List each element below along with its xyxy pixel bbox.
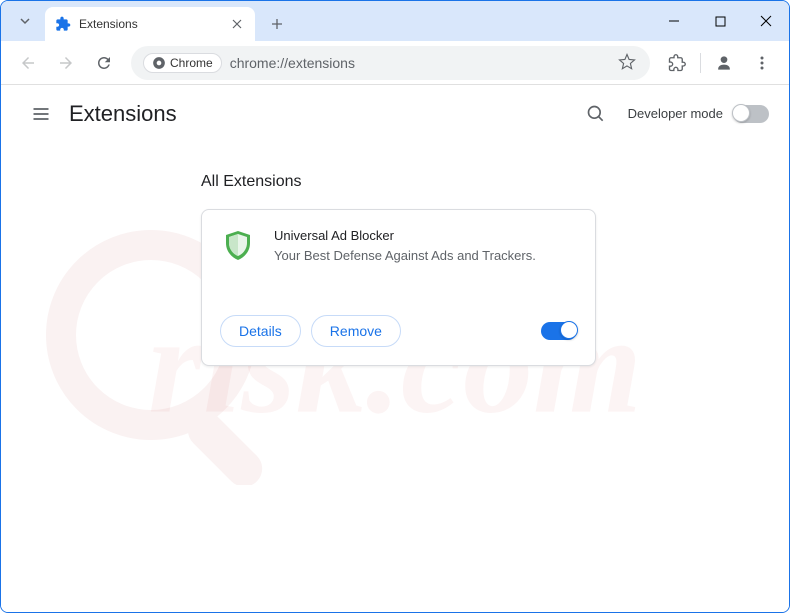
page-title: Extensions xyxy=(69,101,177,127)
developer-mode-toggle[interactable] xyxy=(733,105,769,123)
extension-name: Universal Ad Blocker xyxy=(274,228,577,243)
reload-icon xyxy=(95,54,113,72)
remove-button[interactable]: Remove xyxy=(311,315,401,347)
section-title: All Extensions xyxy=(201,173,789,191)
chrome-chip: Chrome xyxy=(143,53,222,73)
search-extensions-button[interactable] xyxy=(576,94,616,134)
developer-mode-label: Developer mode xyxy=(628,106,723,121)
extension-enable-toggle[interactable] xyxy=(541,322,577,340)
extension-card: Universal Ad Blocker Your Best Defense A… xyxy=(201,209,596,366)
kebab-icon xyxy=(754,55,770,71)
puzzle-icon xyxy=(668,54,686,72)
star-icon xyxy=(618,53,636,71)
back-button[interactable] xyxy=(11,46,45,80)
close-window-button[interactable] xyxy=(743,1,789,41)
window-controls xyxy=(651,1,789,41)
extension-description: Your Best Defense Against Ads and Tracke… xyxy=(274,247,577,265)
chevron-down-icon xyxy=(19,15,31,27)
toggle-knob xyxy=(560,321,578,339)
close-icon xyxy=(232,19,242,29)
extension-icon xyxy=(220,228,256,264)
toolbar: Chrome chrome://extensions xyxy=(1,41,789,85)
maximize-icon xyxy=(715,16,726,27)
puzzle-piece-icon xyxy=(55,16,71,32)
tab-title: Extensions xyxy=(79,17,229,31)
extensions-page: risk.com Extensions Developer mode All E… xyxy=(1,85,789,612)
profile-button[interactable] xyxy=(707,46,741,80)
arrow-right-icon xyxy=(57,54,75,72)
tab-search-dropdown[interactable] xyxy=(9,5,41,37)
address-bar[interactable]: Chrome chrome://extensions xyxy=(131,46,650,80)
toolbar-separator xyxy=(700,53,701,73)
content-area: All Extensions Universal Ad Blocker Your… xyxy=(1,143,789,366)
chip-label: Chrome xyxy=(170,56,213,70)
browser-tab[interactable]: Extensions xyxy=(45,7,255,41)
bookmark-button[interactable] xyxy=(618,53,638,73)
maximize-button[interactable] xyxy=(697,1,743,41)
url-text: chrome://extensions xyxy=(230,55,618,71)
developer-mode-control: Developer mode xyxy=(628,105,769,123)
minimize-icon xyxy=(668,15,680,27)
new-tab-button[interactable] xyxy=(263,10,291,38)
shield-icon xyxy=(220,228,256,264)
tab-close-button[interactable] xyxy=(229,16,245,32)
arrow-left-icon xyxy=(19,54,37,72)
search-icon xyxy=(586,104,606,124)
page-header: Extensions Developer mode xyxy=(1,85,789,143)
reload-button[interactable] xyxy=(87,46,121,80)
close-icon xyxy=(760,15,772,27)
profile-icon xyxy=(714,53,734,73)
forward-button[interactable] xyxy=(49,46,83,80)
details-button[interactable]: Details xyxy=(220,315,301,347)
chrome-logo-icon xyxy=(152,56,166,70)
main-menu-button[interactable] xyxy=(21,94,61,134)
extensions-button[interactable] xyxy=(660,46,694,80)
menu-button[interactable] xyxy=(745,46,779,80)
hamburger-icon xyxy=(31,104,51,124)
plus-icon xyxy=(271,18,283,30)
toggle-knob xyxy=(732,104,750,122)
minimize-button[interactable] xyxy=(651,1,697,41)
tab-bar: Extensions xyxy=(1,1,789,41)
